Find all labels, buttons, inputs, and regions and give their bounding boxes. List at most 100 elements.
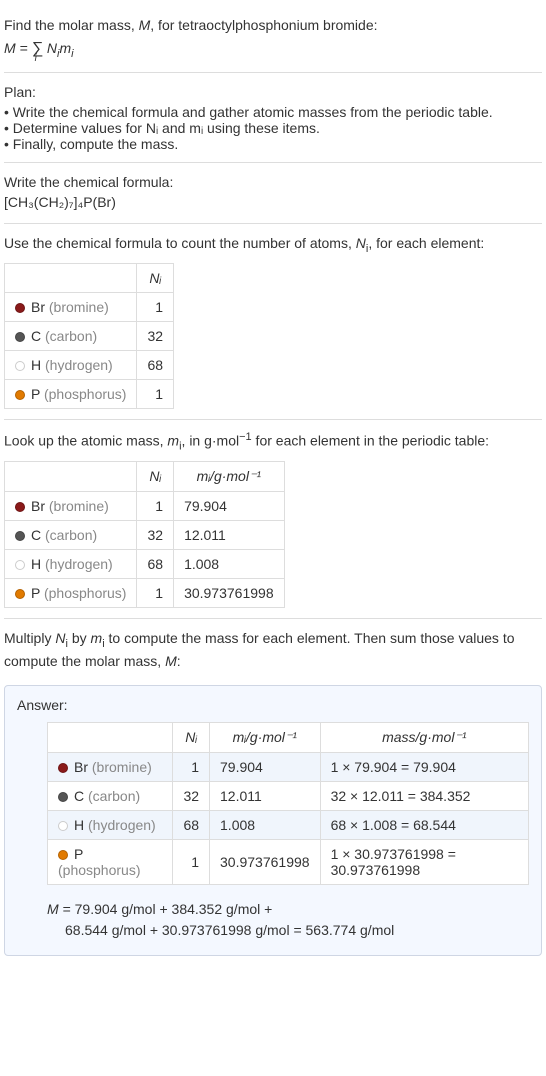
col-mi: mᵢ/g·mol⁻¹	[174, 461, 285, 491]
element-name: (hydrogen)	[45, 556, 113, 572]
element-symbol: P	[31, 585, 40, 601]
chem-heading: Write the chemical formula:	[4, 173, 542, 193]
table-row: H (hydrogen)681.00868 × 1.008 = 68.544	[48, 810, 529, 839]
final-calc: M = 79.904 g/mol + 384.352 g/mol + 68.54…	[47, 899, 529, 941]
element-symbol: H	[31, 556, 41, 572]
ans-mass: 1 × 30.973761998 = 30.973761998	[320, 839, 528, 884]
element-dot	[58, 850, 68, 860]
answer-table: Nᵢmᵢ/g·mol⁻¹mass/g·mol⁻¹ Br (bromine) 1 79…	[47, 722, 529, 885]
count-value: 1	[137, 292, 174, 321]
formula-mi-sub: i	[71, 47, 73, 59]
plan-list: Write the chemical formula and gather at…	[4, 104, 542, 152]
element-dot	[58, 821, 68, 831]
element-name: (phosphorus)	[44, 585, 127, 601]
mult-d: :	[177, 653, 181, 669]
table-header-row: Nᵢmᵢ/g·mol⁻¹mass/g·mol⁻¹	[48, 722, 529, 752]
element-dot	[15, 589, 25, 599]
chemical-formula-section: Write the chemical formula: [CH₃(CH₂)₇]₄…	[4, 163, 542, 223]
table-row: C (carbon)3212.011	[5, 520, 285, 549]
element-dot	[15, 361, 25, 371]
table-row: C (carbon) 32	[5, 321, 174, 350]
count-value: 1	[137, 379, 174, 408]
table-row: P (phosphorus)130.973761998	[5, 578, 285, 607]
element-symbol: C	[31, 527, 41, 543]
element-symbol: Br	[31, 498, 45, 514]
lookup-m: 1.008	[174, 549, 285, 578]
count-heading-a: Use the chemical formula to count the nu…	[4, 235, 356, 251]
element-name: (bromine)	[49, 299, 109, 315]
plan-item: Determine values for Nᵢ and mᵢ using the…	[4, 120, 542, 136]
element-symbol: H	[31, 357, 41, 373]
element-symbol: P	[74, 846, 83, 862]
element-name: (phosphorus)	[58, 862, 141, 878]
element-symbol: H	[74, 817, 84, 833]
formula-eq: =	[16, 40, 32, 56]
element-name: (carbon)	[45, 328, 97, 344]
plan-item: Write the chemical formula and gather at…	[4, 104, 542, 120]
element-symbol: Br	[31, 299, 45, 315]
final-line1: = 79.904 g/mol + 384.352 g/mol +	[63, 901, 273, 917]
lookup-section: Look up the atomic mass, mi, in g·mol−1 …	[4, 420, 542, 619]
intro-var-M: M	[139, 17, 151, 33]
table-row: P (phosphorus)130.9737619981 × 30.973761…	[48, 839, 529, 884]
element-name: (carbon)	[88, 788, 140, 804]
element-name: (phosphorus)	[44, 386, 127, 402]
lookup-heading-d: for each element in the periodic table:	[252, 432, 489, 448]
count-var-N: N	[356, 235, 366, 251]
element-dot	[15, 332, 25, 342]
chemical-formula: [CH₃(CH₂)₇]₄P(Br)	[4, 193, 542, 213]
element-symbol: Br	[74, 759, 88, 775]
ans-n: 68	[173, 810, 210, 839]
lookup-heading-c: , in g·mol	[182, 432, 240, 448]
final-line2: 68.544 g/mol + 30.973761998 g/mol = 563.…	[65, 920, 529, 941]
element-dot	[58, 763, 68, 773]
ans-m: 79.904	[210, 752, 321, 781]
lookup-heading: Look up the atomic mass, mi, in g·mol−1 …	[4, 430, 542, 455]
ans-n: 1	[173, 839, 210, 884]
element-name: (hydrogen)	[45, 357, 113, 373]
table-row: C (carbon)3212.01132 × 12.011 = 384.352	[48, 781, 529, 810]
multiply-section: Multiply Ni by mi to compute the mass fo…	[4, 619, 542, 682]
multiply-text: Multiply Ni by mi to compute the mass fo…	[4, 629, 542, 672]
element-name: (bromine)	[49, 498, 109, 514]
count-value: 68	[137, 350, 174, 379]
element-symbol: P	[31, 386, 40, 402]
mult-a: Multiply	[4, 630, 55, 646]
intro-text: Find the molar mass, M, for tetraoctylph…	[4, 16, 542, 36]
intro-section: Find the molar mass, M, for tetraoctylph…	[4, 6, 542, 73]
element-name: (bromine)	[92, 759, 152, 775]
plan-heading: Plan:	[4, 83, 542, 103]
element-symbol: C	[31, 328, 41, 344]
plan-item: Finally, compute the mass.	[4, 136, 542, 152]
count-heading-c: , for each element:	[368, 235, 484, 251]
count-value: 32	[137, 321, 174, 350]
lookup-n: 32	[137, 520, 174, 549]
plan-section: Plan: Write the chemical formula and gat…	[4, 73, 542, 164]
table-header-row: Nᵢmᵢ/g·mol⁻¹	[5, 461, 285, 491]
ans-m: 1.008	[210, 810, 321, 839]
intro-text-c: , for tetraoctylphosphonium bromide:	[150, 17, 377, 33]
lookup-m: 12.011	[174, 520, 285, 549]
lookup-heading-a: Look up the atomic mass,	[4, 432, 167, 448]
col-Ni: Nᵢ	[173, 722, 210, 752]
intro-formula: M = ∑i Nimi	[4, 38, 542, 62]
intro-text-a: Find the molar mass,	[4, 17, 139, 33]
element-dot	[15, 531, 25, 541]
formula-N: N	[43, 40, 57, 56]
count-table: Nᵢ Br (bromine)1 C (carbon)32 H (hydroge…	[4, 263, 174, 409]
formula-m: m	[60, 40, 72, 56]
element-dot	[15, 303, 25, 313]
mult-b: by	[68, 630, 91, 646]
count-heading: Use the chemical formula to count the nu…	[4, 234, 542, 257]
lookup-n: 1	[137, 578, 174, 607]
answer-label: Answer:	[17, 696, 529, 716]
formula-lhs: M	[4, 40, 16, 56]
sigma-symbol: ∑	[32, 40, 43, 57]
col-mi: mᵢ/g·mol⁻¹	[210, 722, 321, 752]
element-dot	[15, 502, 25, 512]
element-dot	[58, 792, 68, 802]
lookup-n: 68	[137, 549, 174, 578]
col-mass: mass/g·mol⁻¹	[320, 722, 528, 752]
element-dot	[15, 390, 25, 400]
count-section: Use the chemical formula to count the nu…	[4, 224, 542, 420]
